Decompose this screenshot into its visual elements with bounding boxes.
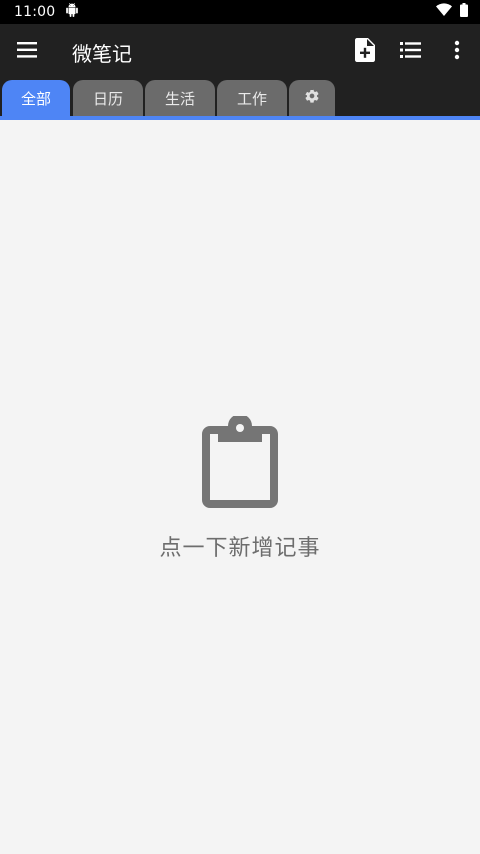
status-time: 11:00 bbox=[14, 4, 56, 20]
wifi-icon bbox=[436, 3, 452, 21]
app-bar: 微笔记 bbox=[0, 24, 480, 80]
tab-settings[interactable] bbox=[289, 80, 335, 116]
status-bar: 11:00 bbox=[0, 0, 480, 24]
android-icon bbox=[65, 3, 79, 21]
more-options-button[interactable] bbox=[434, 24, 480, 80]
menu-icon bbox=[17, 41, 39, 63]
tab-bar: 全部 日历 生活 工作 bbox=[0, 80, 480, 120]
tab-all[interactable]: 全部 bbox=[2, 80, 70, 116]
new-note-button[interactable] bbox=[342, 24, 388, 80]
empty-state[interactable]: 点一下新增记事 bbox=[0, 414, 480, 562]
list-icon bbox=[400, 41, 422, 63]
clipboard-icon bbox=[202, 414, 278, 512]
list-view-button[interactable] bbox=[388, 24, 434, 80]
menu-button[interactable] bbox=[0, 24, 56, 80]
more-vert-icon bbox=[454, 40, 460, 64]
battery-icon bbox=[460, 3, 468, 21]
empty-message: 点一下新增记事 bbox=[159, 536, 321, 561]
gear-icon bbox=[304, 88, 320, 108]
tab-calendar[interactable]: 日历 bbox=[73, 80, 143, 116]
tab-work[interactable]: 工作 bbox=[217, 80, 287, 116]
app-title: 微笔记 bbox=[72, 41, 132, 66]
tab-indicator bbox=[0, 116, 480, 120]
tab-life[interactable]: 生活 bbox=[145, 80, 215, 116]
note-add-icon bbox=[355, 38, 375, 66]
